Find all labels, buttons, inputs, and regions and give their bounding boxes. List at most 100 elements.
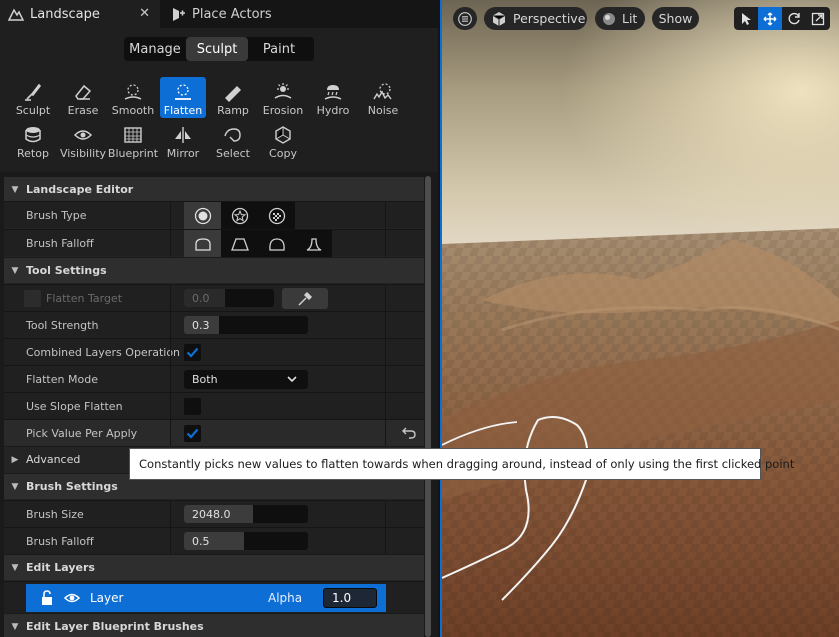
row-flatten-target: Flatten Target 0.0 — [4, 284, 424, 312]
checkmark-icon — [186, 347, 199, 358]
mirror-icon — [172, 124, 194, 146]
details-scrollbar-thumb[interactable] — [425, 176, 431, 637]
layer-item[interactable]: Layer Alpha 1.0 — [26, 584, 386, 612]
landscape-icon — [8, 6, 24, 22]
mode-manage-button[interactable]: Manage — [124, 37, 186, 61]
perspective-button[interactable]: Perspective — [484, 7, 587, 30]
section-tool-settings[interactable]: ▼ Tool Settings — [4, 257, 424, 283]
row-brush-size: Brush Size 2048.0 — [4, 500, 424, 528]
layer-name: Layer — [90, 591, 124, 605]
flatten-mode-dropdown[interactable]: Both — [184, 370, 308, 389]
collapse-arrow-icon: ▼ — [11, 481, 19, 492]
tool-mirror[interactable]: Mirror — [160, 120, 206, 161]
row-flatten-mode: Flatten Mode Both — [4, 365, 424, 393]
tool-visibility[interactable]: Visibility — [60, 120, 106, 161]
flatten-target-field[interactable]: 0.0 — [184, 289, 274, 307]
tab-label: Place Actors — [192, 6, 272, 22]
eyedropper-button[interactable] — [282, 288, 328, 309]
tool-select[interactable]: Select — [210, 120, 256, 161]
scale-mode-button[interactable] — [806, 7, 830, 30]
tool-erosion[interactable]: Erosion — [260, 77, 306, 118]
hydro-icon — [322, 81, 344, 103]
tool-blueprint[interactable]: Blueprint — [108, 120, 158, 161]
brush-circle-icon[interactable] — [184, 202, 221, 229]
section-edit-layer-blueprint-brushes[interactable]: ▼ Edit Layer Blueprint Brushes — [4, 613, 424, 637]
falloff-smooth-icon[interactable] — [184, 230, 221, 257]
alpha-field[interactable]: 1.0 — [323, 588, 377, 608]
unlock-icon[interactable] — [40, 590, 54, 606]
falloff-tip-icon[interactable] — [295, 230, 332, 257]
checkmark-icon — [186, 428, 199, 439]
row-pick-value-per-apply: Pick Value Per Apply — [4, 419, 424, 447]
brush-pattern-icon[interactable] — [258, 202, 295, 229]
viewport-menu-button[interactable] — [453, 7, 477, 30]
translate-mode-button[interactable] — [758, 7, 782, 30]
section-landscape-editor[interactable]: ▼ Landscape Editor — [4, 176, 424, 202]
flatten-target-checkbox[interactable] — [24, 290, 41, 307]
tooltip: Constantly picks new values to flatten t… — [129, 448, 794, 480]
copy-icon — [272, 124, 294, 146]
tool-retop[interactable]: Retop — [10, 120, 56, 161]
brush-size-field[interactable]: 2048.0 — [184, 505, 308, 523]
brush-alpha-icon[interactable] — [221, 202, 258, 229]
move-arrows-icon — [763, 12, 777, 25]
mode-sculpt-button[interactable]: Sculpt — [186, 37, 248, 61]
transform-tools — [734, 7, 830, 30]
expand-arrow-icon: ▶ — [11, 454, 19, 465]
select-mode-button[interactable] — [734, 7, 758, 30]
tab-label: Landscape — [30, 6, 100, 22]
hamburger-icon — [458, 11, 472, 26]
section-edit-layers[interactable]: ▼ Edit Layers — [4, 554, 424, 580]
eyedropper-icon — [298, 291, 313, 306]
brush-falloff-field[interactable]: 0.5 — [184, 532, 308, 550]
tool-strength-field[interactable]: 0.3 — [184, 316, 308, 334]
tab-place-actors[interactable]: Place Actors — [162, 0, 322, 28]
falloff-linear-icon[interactable] — [221, 230, 258, 257]
collapse-arrow-icon: ▼ — [11, 621, 19, 632]
tool-erase[interactable]: Erase — [60, 77, 106, 118]
mode-selector: Manage Sculpt Paint — [124, 37, 314, 61]
tab-landscape[interactable]: Landscape ✕ — [0, 0, 160, 28]
place-actors-icon — [170, 6, 186, 22]
falloff-spherical-icon[interactable] — [258, 230, 295, 257]
ramp-icon — [222, 81, 244, 103]
chevron-down-icon — [287, 376, 297, 383]
show-menu-button[interactable]: Show — [652, 7, 699, 30]
lit-mode-button[interactable]: Lit — [595, 7, 645, 30]
pick-value-per-apply-checkbox[interactable] — [184, 425, 201, 442]
retopologize-icon — [22, 124, 44, 146]
level-viewport[interactable]: Perspective Lit Show — [440, 0, 839, 637]
rotate-icon — [788, 12, 800, 24]
brush-type-selector — [184, 202, 295, 229]
row-brush-type: Brush Type — [4, 201, 424, 229]
rotate-mode-button[interactable] — [782, 7, 806, 30]
erosion-icon — [272, 81, 294, 103]
close-icon[interactable]: ✕ — [139, 6, 150, 21]
reset-to-default-icon[interactable] — [402, 425, 416, 439]
tool-flatten[interactable]: Flatten — [160, 77, 206, 118]
row-brush-falloff: Brush Falloff 0.5 — [4, 527, 424, 555]
flatten-icon — [172, 81, 194, 103]
collapse-arrow-icon: ▼ — [11, 184, 19, 195]
details-panel: ▼ Landscape Editor Brush Type Brush Fall… — [4, 176, 424, 637]
tab-bar: Landscape ✕ Place Actors — [0, 0, 438, 28]
tool-hydro[interactable]: Hydro — [310, 77, 356, 118]
viewport-scene — [442, 0, 839, 637]
select-icon — [222, 124, 244, 146]
use-slope-flatten-checkbox[interactable] — [184, 398, 201, 415]
brush-falloff-selector — [184, 230, 332, 257]
tool-sculpt[interactable]: Sculpt — [10, 77, 56, 118]
smooth-icon — [122, 81, 144, 103]
eye-icon[interactable] — [64, 591, 80, 605]
landscape-panel: Landscape ✕ Place Actors Manage Sculpt P… — [0, 0, 438, 637]
cube-icon — [492, 11, 506, 26]
tool-copy[interactable]: Copy — [260, 120, 306, 161]
mode-bar: Manage Sculpt Paint — [0, 28, 438, 70]
visibility-icon — [72, 124, 94, 146]
tool-ramp[interactable]: Ramp — [210, 77, 256, 118]
cursor-arrow-icon — [742, 12, 751, 25]
tool-noise[interactable]: Noise — [360, 77, 406, 118]
combined-layers-checkbox[interactable] — [184, 344, 201, 361]
mode-paint-button[interactable]: Paint — [248, 37, 310, 61]
tool-smooth[interactable]: Smooth — [110, 77, 156, 118]
